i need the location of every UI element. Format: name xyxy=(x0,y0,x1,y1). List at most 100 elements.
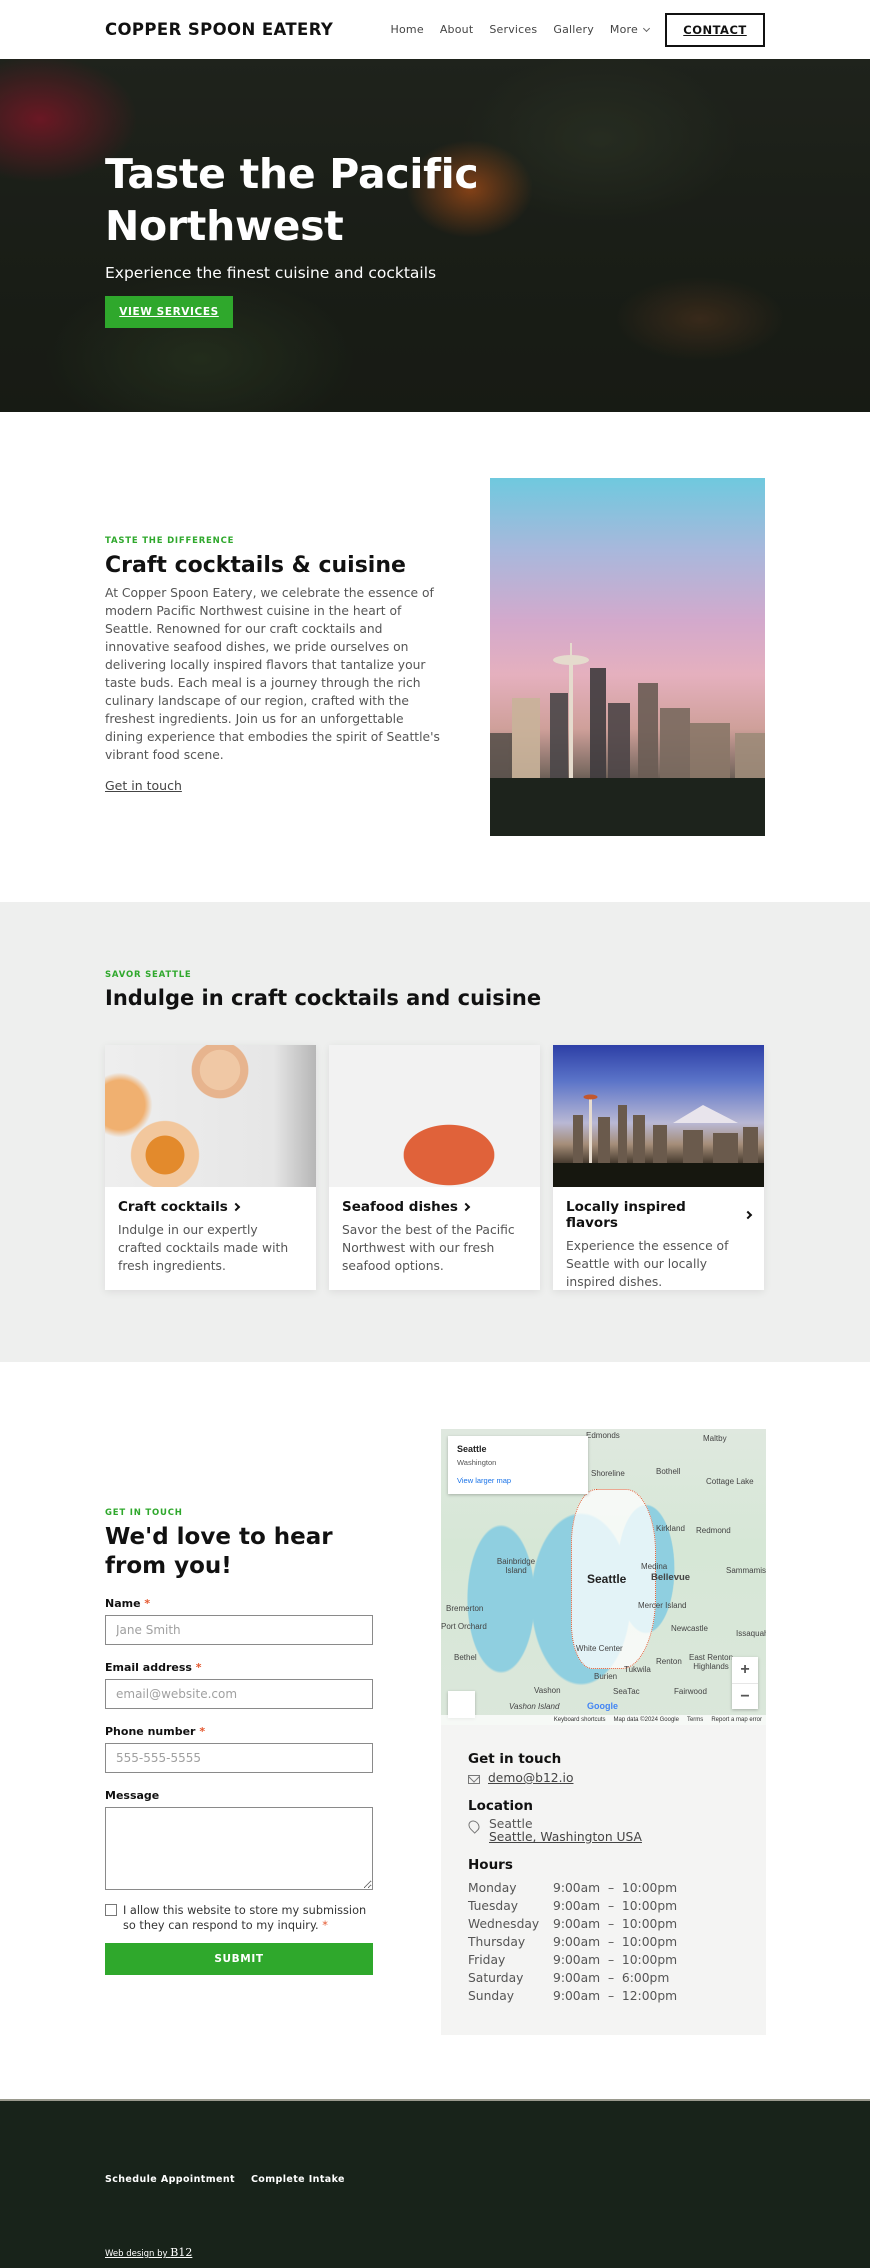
map-label: Cottage Lake xyxy=(706,1477,754,1486)
location-column: Edmonds Maltby Bothell Cottage Lake Shor… xyxy=(441,1429,766,2035)
hours-row: Thursday 9:00am – 10:00pm xyxy=(468,1933,739,1951)
service-card-seafood[interactable]: Seafood dishes Savor the best of the Pac… xyxy=(329,1045,540,1290)
hours-row: Monday 9:00am – 10:00pm xyxy=(468,1879,739,1897)
card-title-text: Locally inspired flavors xyxy=(566,1199,686,1231)
hours-time: 9:00am – 10:00pm xyxy=(553,1935,678,1949)
map-label: Mercer Island xyxy=(638,1601,687,1610)
hours-time: 9:00am – 10:00pm xyxy=(553,1899,678,1913)
map-data-text: Map data ©2024 Google xyxy=(613,1717,679,1723)
hours-day: Saturday xyxy=(468,1971,524,1985)
map-label: Bethel xyxy=(454,1653,477,1662)
chevron-right-icon xyxy=(743,1210,753,1220)
hours-day: Thursday xyxy=(468,1935,526,1949)
hours-day: Sunday xyxy=(468,1989,515,2003)
skyline-image xyxy=(553,1045,764,1187)
card-text: Savor the best of the Pacific Northwest … xyxy=(342,1223,515,1273)
service-card-cocktails[interactable]: Craft cocktails Indulge in our expertly … xyxy=(105,1045,316,1290)
hero-section: Taste the Pacific Northwest Experience t… xyxy=(0,59,870,412)
card-body: Seafood dishes Savor the best of the Pac… xyxy=(329,1187,540,1287)
email-input[interactable] xyxy=(105,1679,373,1709)
map-label-seattle: Seattle xyxy=(587,1572,627,1586)
map-zoom-control: + − xyxy=(732,1657,758,1709)
about-text: TASTE THE DIFFERENCE Craft cocktails & c… xyxy=(105,536,445,794)
get-in-touch-heading: Get in touch xyxy=(468,1751,562,1767)
hours-time: 9:00am – 10:00pm xyxy=(553,1917,678,1931)
map-label: Tukwila xyxy=(624,1665,651,1674)
consent-checkbox[interactable] xyxy=(105,1904,117,1916)
map-label: Edmonds xyxy=(586,1431,620,1440)
street-view-pegman[interactable] xyxy=(448,1691,475,1718)
hero-content: Taste the Pacific Northwest Experience t… xyxy=(105,148,485,328)
report-error-link[interactable]: Report a map error xyxy=(711,1717,762,1723)
card-body: Locally inspired flavors Experience the … xyxy=(553,1187,764,1303)
address-block: Seattle Seattle, Washington USA xyxy=(489,1818,642,1844)
nav-home[interactable]: Home xyxy=(391,23,424,36)
map-label: Burien xyxy=(594,1672,618,1681)
map-label: Newcastle xyxy=(671,1624,708,1633)
map-label: Vashon Island xyxy=(509,1702,560,1711)
map-label: Bothell xyxy=(656,1467,681,1476)
service-card-local-flavors[interactable]: Locally inspired flavors Experience the … xyxy=(553,1045,764,1290)
card-title[interactable]: Locally inspired flavors xyxy=(566,1199,753,1231)
brand-logo[interactable]: COPPER SPOON EATERY xyxy=(105,20,375,39)
nav-more[interactable]: More xyxy=(609,23,651,36)
hours-time: 9:00am – 12:00pm xyxy=(553,1989,678,2003)
map-label: Shoreline xyxy=(591,1469,625,1478)
hours-day: Tuesday xyxy=(468,1899,519,1913)
about-title: Craft cocktails & cuisine xyxy=(105,553,406,578)
nav-gallery[interactable]: Gallery xyxy=(553,23,594,36)
name-label: Name * xyxy=(105,1597,373,1610)
schedule-appointment-link[interactable]: Schedule Appointment xyxy=(105,2174,235,2185)
map-label: Issaquah xyxy=(736,1629,766,1638)
nav-about[interactable]: About xyxy=(440,23,474,36)
map-label: SeaTac xyxy=(613,1687,640,1696)
hours-time: 9:00am – 6:00pm xyxy=(553,1971,670,1985)
nav-services[interactable]: Services xyxy=(489,23,537,36)
email-link[interactable]: demo@b12.io xyxy=(488,1771,573,1785)
view-larger-map-link[interactable]: View larger map xyxy=(457,1476,579,1485)
message-textarea[interactable] xyxy=(105,1807,373,1890)
phone-label: Phone number * xyxy=(105,1725,373,1738)
complete-intake-link[interactable]: Complete Intake xyxy=(251,2174,345,2185)
about-section: TASTE THE DIFFERENCE Craft cocktails & c… xyxy=(0,412,870,902)
address-link[interactable]: Seattle, Washington USA xyxy=(489,1831,642,1844)
location-row: Seattle Seattle, Washington USA xyxy=(466,1818,739,1844)
google-logo: Google xyxy=(587,1701,618,1711)
map-label: Bellevue xyxy=(651,1572,691,1583)
map-info-card: Seattle Washington View larger map xyxy=(448,1436,588,1494)
google-map[interactable]: Edmonds Maltby Bothell Cottage Lake Shor… xyxy=(441,1429,766,1725)
skyline-illustration xyxy=(490,643,765,836)
footer-links: Schedule Appointment Complete Intake xyxy=(105,2174,345,2185)
nav-more-label: More xyxy=(609,23,638,36)
zoom-out-button[interactable]: − xyxy=(732,1683,758,1709)
name-label-text: Name xyxy=(105,1597,141,1610)
card-title-text: Craft cocktails xyxy=(118,1199,228,1215)
mail-icon xyxy=(468,1775,480,1784)
zoom-in-button[interactable]: + xyxy=(732,1657,758,1683)
submit-button[interactable]: SUBMIT xyxy=(105,1943,373,1975)
web-design-credit-link[interactable]: Web design by B12 xyxy=(105,2246,192,2259)
email-label: Email address * xyxy=(105,1661,373,1674)
cocktails-image xyxy=(105,1045,316,1187)
consent-text: I allow this website to store my submiss… xyxy=(123,1903,373,1933)
consent-label: I allow this website to store my submiss… xyxy=(123,1904,367,1932)
about-eyebrow: TASTE THE DIFFERENCE xyxy=(105,536,235,546)
terms-link[interactable]: Terms xyxy=(687,1717,703,1723)
map-label: Renton xyxy=(656,1657,682,1666)
card-title[interactable]: Craft cocktails xyxy=(118,1199,303,1215)
required-mark: * xyxy=(322,1919,328,1932)
keyboard-shortcuts-link[interactable]: Keyboard shortcuts xyxy=(554,1717,606,1723)
contact-button[interactable]: CONTACT xyxy=(665,12,765,47)
map-label: Bremerton xyxy=(446,1604,484,1613)
skyline-mountain-illustration xyxy=(553,1094,764,1187)
map-label: Kirkland xyxy=(656,1524,685,1533)
name-input[interactable] xyxy=(105,1615,373,1645)
get-in-touch-link[interactable]: Get in touch xyxy=(105,778,182,793)
contact-info-panel: Get in touch demo@b12.io Location Seattl… xyxy=(441,1725,766,2035)
map-label: Fairwood xyxy=(674,1687,707,1696)
phone-input[interactable] xyxy=(105,1743,373,1773)
contact-eyebrow: GET IN TOUCH xyxy=(105,1508,183,1518)
main-nav: Home About Services Gallery More CONTACT xyxy=(375,12,765,47)
view-services-button[interactable]: VIEW SERVICES xyxy=(105,296,233,328)
card-title[interactable]: Seafood dishes xyxy=(342,1199,527,1215)
